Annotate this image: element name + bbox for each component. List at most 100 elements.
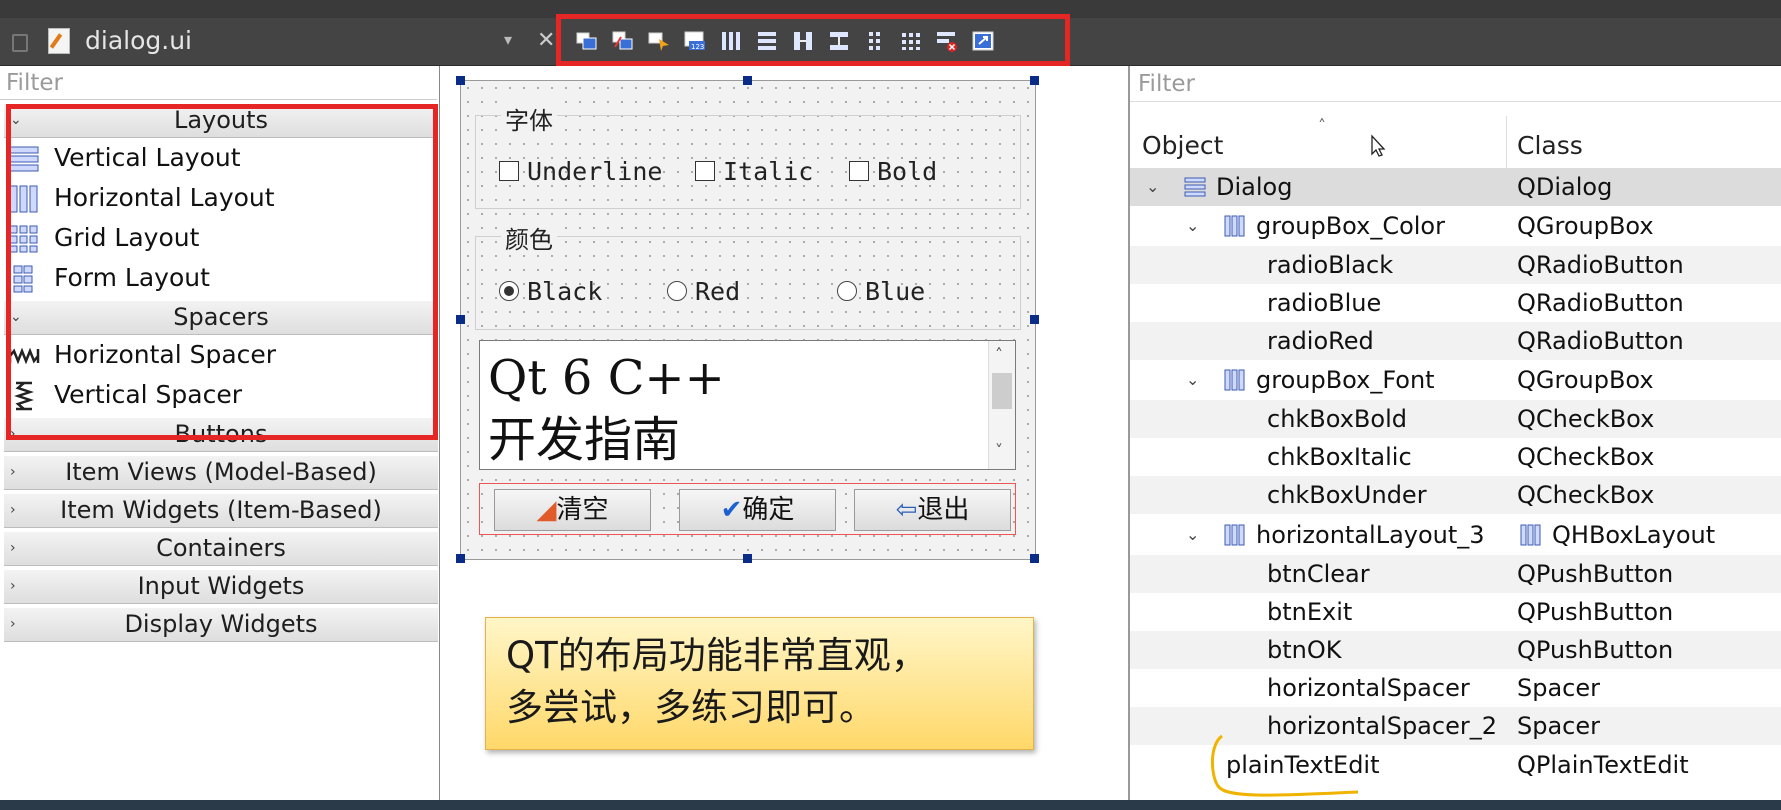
category-item-widgets[interactable]: › Item Widgets (Item-Based) [4, 494, 438, 528]
note-line: 多尝试，多练习即可。 [506, 686, 876, 729]
edit-tab-order-icon[interactable]: 123 [683, 29, 707, 53]
break-layout-icon[interactable] [935, 29, 959, 53]
lay-out-form-icon[interactable] [863, 29, 887, 53]
button-row-layout: ◢清空 ✔确定 ⇦退出 [479, 483, 1016, 535]
chevron-down-icon[interactable]: ⌄ [1186, 516, 1199, 554]
layout-toolbar: 123 [556, 14, 1070, 66]
plain-text-line: 开发指南 [488, 412, 681, 468]
tree-row[interactable]: btnOK QPushButton [1130, 631, 1781, 669]
groupbox-color-title: 颜色 [501, 220, 557, 255]
tree-row[interactable]: chkBoxItalic QCheckBox [1130, 438, 1781, 476]
radio-icon [837, 281, 857, 301]
selection-handle[interactable] [456, 76, 465, 85]
tree-row-horizontal-layout-3[interactable]: ⌄ horizontalLayout_3 QHBoxLayout [1130, 516, 1781, 554]
column-divider[interactable] [1506, 116, 1507, 172]
handwritten-annotation [1211, 734, 1359, 797]
chevron-right-icon: › [10, 540, 16, 556]
radio-blue[interactable]: Blue [837, 277, 925, 306]
horizontal-layout-icon [1224, 210, 1246, 237]
close-icon[interactable]: ✕ [537, 28, 555, 53]
tree-row[interactable]: chkBoxBold QCheckBox [1130, 400, 1781, 438]
edit-signals-icon[interactable] [611, 29, 635, 53]
edit-buddies-icon[interactable] [647, 29, 671, 53]
selection-handle[interactable] [1030, 554, 1039, 563]
clear-button[interactable]: ◢清空 [494, 489, 651, 531]
column-object[interactable]: Object [1142, 116, 1223, 172]
eraser-icon: ◢ [536, 495, 557, 525]
caption-note: QT的布局功能非常直观， 多尝试，多练习即可。 [485, 617, 1034, 750]
category-item-views[interactable]: › Item Views (Model-Based) [4, 456, 438, 490]
tree-row[interactable]: btnExit QPushButton [1130, 593, 1781, 631]
sort-ascending-icon: ˄ [1318, 116, 1326, 135]
checkbox-icon [695, 161, 715, 181]
selection-handle[interactable] [1030, 315, 1039, 324]
tree-row[interactable]: radioRed QRadioButton [1130, 322, 1781, 360]
plain-text-line: Qt 6 C++ [488, 350, 725, 406]
tree-row[interactable]: radioBlue QRadioButton [1130, 284, 1781, 322]
svg-text:123: 123 [691, 43, 704, 51]
lay-out-horizontal-splitter-icon[interactable] [791, 29, 815, 53]
selection-handle[interactable] [743, 554, 752, 563]
chevron-right-icon: › [10, 616, 16, 632]
vertical-scrollbar[interactable]: ˄ ˅ [988, 341, 1015, 469]
radio-icon [667, 281, 687, 301]
horizontal-layout-icon [1520, 519, 1542, 546]
ok-button[interactable]: ✔确定 [679, 489, 836, 531]
tree-row-groupbox-color[interactable]: ⌄ groupBox_Color QGroupBox [1130, 207, 1781, 245]
bottom-strip [0, 800, 1781, 810]
inspector-header: Object ˄ Class [1130, 116, 1781, 173]
lay-out-horizontally-icon[interactable] [719, 29, 743, 53]
tree-row[interactable]: chkBoxUnder QCheckBox [1130, 476, 1781, 514]
edit-widgets-icon[interactable] [575, 29, 599, 53]
chevron-right-icon: › [10, 578, 16, 594]
checkbox-underline[interactable]: Underline [499, 157, 662, 186]
chevron-down-icon[interactable]: ⌄ [1186, 207, 1199, 245]
selection-handle[interactable] [456, 315, 465, 324]
horizontal-layout-icon [1224, 519, 1246, 546]
tree-row[interactable]: horizontalSpacer Spacer [1130, 669, 1781, 707]
selection-handle[interactable] [743, 76, 752, 85]
exit-button[interactable]: ⇦退出 [854, 489, 1011, 531]
lay-out-grid-icon[interactable] [899, 29, 923, 53]
chevron-down-icon[interactable]: ▾ [504, 30, 512, 49]
checkbox-icon [849, 161, 869, 181]
radio-black[interactable]: Black [499, 277, 602, 306]
tree-row-dialog[interactable]: ⌄ Dialog QDialog [1130, 168, 1781, 206]
layouts-highlight-box [6, 104, 438, 440]
lay-out-vertically-icon[interactable] [755, 29, 779, 53]
checkmark-icon: ✔ [720, 495, 743, 525]
lock-icon[interactable] [12, 34, 28, 52]
category-display-widgets[interactable]: › Display Widgets [4, 608, 438, 642]
exit-door-icon: ⇦ [895, 495, 918, 525]
object-inspector-panel: Filter Object ˄ Class ⌄ Dialog QDialog ⌄… [1128, 66, 1781, 810]
horizontal-layout-icon [1224, 364, 1246, 391]
selection-handle[interactable] [1030, 76, 1039, 85]
chevron-right-icon: › [10, 464, 16, 480]
chevron-right-icon: › [10, 502, 16, 518]
groupbox-font-title: 字体 [501, 101, 557, 136]
selection-handle[interactable] [456, 554, 465, 563]
tree-row[interactable]: btnClear QPushButton [1130, 555, 1781, 593]
checkbox-icon [499, 161, 519, 181]
scroll-up-icon[interactable]: ˄ [995, 345, 1003, 364]
category-containers[interactable]: › Containers [4, 532, 438, 566]
scrollbar-thumb[interactable] [992, 373, 1012, 409]
note-line: QT的布局功能非常直观， [506, 634, 928, 677]
checkbox-italic[interactable]: Italic [695, 157, 813, 186]
object-filter-input[interactable]: Filter [1130, 66, 1781, 102]
chevron-down-icon[interactable]: ⌄ [1146, 168, 1159, 206]
checkbox-bold[interactable]: Bold [849, 157, 937, 186]
lay-out-vertical-splitter-icon[interactable] [827, 29, 851, 53]
column-class[interactable]: Class [1517, 116, 1583, 172]
tree-row-groupbox-font[interactable]: ⌄ groupBox_Font QGroupBox [1130, 361, 1781, 399]
radio-red[interactable]: Red [667, 277, 740, 306]
scroll-down-icon[interactable]: ˅ [995, 441, 1003, 460]
adjust-size-icon[interactable] [971, 29, 995, 53]
tab-title[interactable]: dialog.ui [85, 26, 192, 55]
mouse-cursor-icon [1371, 134, 1386, 157]
widget-filter-input[interactable]: Filter [0, 66, 437, 100]
category-input-widgets[interactable]: › Input Widgets [4, 570, 438, 604]
tree-row[interactable]: radioBlack QRadioButton [1130, 246, 1781, 284]
plain-text-edit[interactable]: Qt 6 C++ 开发指南 ˄ ˅ [479, 340, 1016, 470]
chevron-down-icon[interactable]: ⌄ [1186, 361, 1199, 399]
